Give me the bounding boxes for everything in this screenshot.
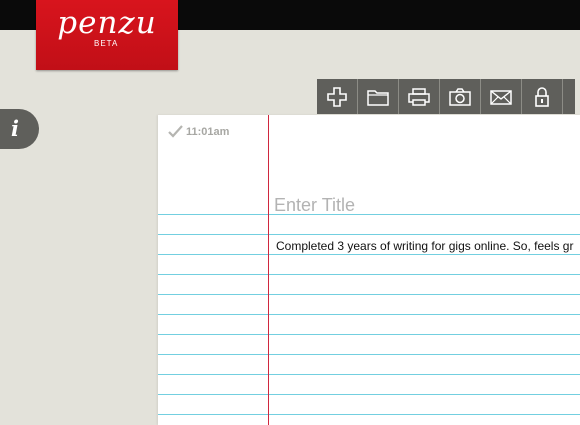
lock-button[interactable] bbox=[522, 79, 563, 114]
ruled-line bbox=[158, 394, 580, 395]
printer-icon bbox=[408, 87, 430, 106]
penzu-logo[interactable]: penzu BETA bbox=[36, 0, 178, 70]
email-button[interactable] bbox=[481, 79, 522, 114]
ruled-line bbox=[158, 414, 580, 415]
check-icon bbox=[168, 125, 183, 138]
journal-page: 11:01am Completed 3 years of writing for… bbox=[158, 115, 580, 425]
camera-icon bbox=[449, 87, 471, 106]
folder-icon bbox=[367, 89, 389, 106]
info-button[interactable]: i bbox=[0, 109, 39, 149]
plus-icon bbox=[327, 86, 347, 107]
page-margin-line bbox=[268, 115, 269, 425]
ruled-line bbox=[158, 314, 580, 315]
ruled-line bbox=[158, 234, 580, 235]
logo-wordmark: penzu bbox=[57, 5, 157, 41]
insert-photo-button[interactable] bbox=[440, 79, 481, 114]
beta-badge: BETA bbox=[94, 39, 119, 48]
ruled-line bbox=[158, 274, 580, 275]
print-button[interactable] bbox=[399, 79, 440, 114]
entry-title-input[interactable] bbox=[274, 194, 574, 216]
ruled-line bbox=[158, 254, 580, 255]
new-entry-button[interactable] bbox=[317, 79, 358, 114]
envelope-icon bbox=[490, 89, 512, 105]
ruled-line bbox=[158, 374, 580, 375]
entry-toolbar bbox=[317, 79, 575, 114]
entry-time: 11:01am bbox=[186, 125, 230, 138]
entry-timestamp: 11:01am bbox=[168, 125, 229, 138]
ruled-line bbox=[158, 334, 580, 335]
toolbar-overflow-button[interactable] bbox=[563, 79, 575, 114]
ruled-line bbox=[158, 294, 580, 295]
ruled-line bbox=[158, 354, 580, 355]
entry-body-text[interactable]: Completed 3 years of writing for gigs on… bbox=[276, 239, 573, 253]
open-journal-button[interactable] bbox=[358, 79, 399, 114]
lock-icon bbox=[535, 86, 549, 107]
info-icon: i bbox=[11, 116, 19, 141]
